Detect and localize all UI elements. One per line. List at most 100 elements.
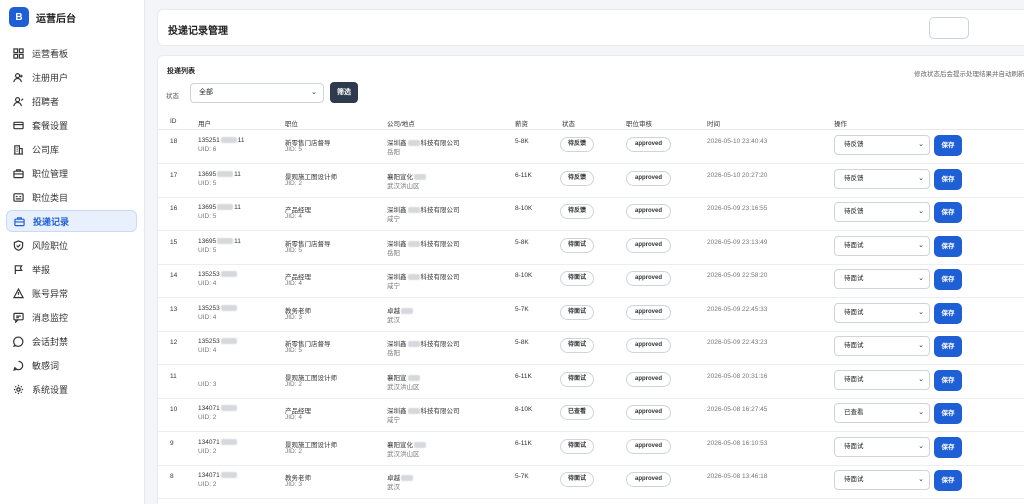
company-location: 武汉洪山区: [387, 450, 420, 458]
table-row: 10 134071 UID: 2 产品经理 JID: 4 深圳鑫 科技有限公司 咸宁 8-10K…: [158, 398, 1024, 432]
nav-dashboard[interactable]: 运营看板: [6, 42, 137, 64]
recruiter-icon: [12, 95, 24, 107]
user-phone: 135253: [198, 338, 220, 345]
masked-text: [220, 338, 237, 345]
nav-account-anomaly[interactable]: 账号异常: [6, 282, 137, 304]
table-header: ID 用户 职位 公司/地点 薪资 状态 职位审核 时间 操作: [158, 114, 1024, 130]
save-button[interactable]: 保存: [934, 470, 962, 491]
status-select[interactable]: 待面试 ⌄: [834, 470, 930, 490]
save-button[interactable]: 保存: [934, 302, 962, 324]
nav-label: 运营看板: [32, 48, 69, 59]
flag-icon: [12, 263, 24, 275]
status-select[interactable]: 待面试 ⌄: [834, 336, 930, 356]
nav-jobs[interactable]: 职位管理: [6, 162, 137, 184]
user-phone: 13695: [198, 204, 217, 211]
header-action-button[interactable]: [929, 17, 969, 39]
chevron-down-icon: ⌄: [918, 308, 924, 316]
salary: 8-10K: [515, 205, 533, 212]
masked-text: [407, 341, 420, 348]
nav-companies[interactable]: 公司库: [6, 138, 137, 160]
table-row: 14 135253 UID: 4 产品经理 JID: 4 深圳鑫 科技有限公司 咸宁 8-10K…: [158, 264, 1024, 298]
status-filter-select[interactable]: 全部 ⌄: [190, 83, 324, 103]
chat-ban-icon: [12, 335, 24, 347]
save-button[interactable]: 保存: [934, 135, 962, 156]
job-jid: JID: 2: [285, 447, 302, 455]
user-uid: UID: 2: [198, 481, 217, 488]
table-row: 15 13695 11 UID: 5 新零售门店督导 JID: 5 深圳鑫 科技有限公司 岳阳 5…: [158, 231, 1024, 265]
user-uid: UID: 2: [198, 447, 217, 455]
masked-text: [220, 472, 237, 479]
salary: 5-8K: [515, 238, 529, 246]
status-select[interactable]: 待面试 ⌄: [834, 369, 930, 390]
table-row: 8 134071 UID: 2 教务老师 JID: 3 卓越 武汉 5-7K 待面试 approv…: [158, 465, 1024, 499]
status-badge: 待面试: [560, 237, 594, 253]
status-select-value: 待反馈: [844, 174, 864, 182]
column-header: ID: [170, 118, 177, 125]
salary: 5-8K: [515, 138, 529, 145]
user-phone: 134071: [198, 472, 220, 479]
status-select[interactable]: 待面试 ⌄: [834, 235, 930, 256]
refresh-hint: 修改状态后会提示处理结果并自动刷新: [914, 71, 1024, 78]
salary: 6-11K: [515, 439, 532, 447]
applied-time: 2026-05-09 22:58:20: [707, 272, 768, 279]
company-location: 咸宁: [387, 216, 400, 223]
user-uid: UID: 5: [198, 246, 217, 254]
masked-text: [407, 207, 420, 214]
nav-label: 套餐设置: [32, 120, 69, 131]
table-row: 12 135253 UID: 4 新零售门店督导 JID: 5 深圳鑫 科技有限公司 岳阳 5-…: [158, 331, 1024, 365]
job-jid: JID: 5: [285, 246, 302, 254]
nav-label: 职位类目: [32, 192, 69, 203]
nav-message-monitor[interactable]: 消息监控: [6, 306, 137, 328]
nav-users[interactable]: 注册用户: [6, 66, 137, 88]
masked-text: [401, 475, 413, 482]
nav-settings[interactable]: 系统设置: [6, 378, 137, 400]
status-select[interactable]: 待反馈 ⌄: [834, 135, 930, 155]
status-select[interactable]: 待反馈 ⌄: [834, 202, 930, 222]
brand-title: 运营后台: [36, 13, 76, 25]
save-button[interactable]: 保存: [934, 202, 962, 223]
save-button[interactable]: 保存: [934, 369, 962, 391]
save-button[interactable]: 保存: [934, 403, 962, 424]
status-badge: 待面试: [560, 271, 594, 286]
status-select[interactable]: 已查看 ⌄: [834, 403, 930, 423]
job-jid: JID: 5: [285, 347, 302, 354]
review-badge: approved: [626, 137, 671, 152]
applied-time: 2026-05-09 23:13:49: [707, 238, 768, 246]
company-name-tail: 科技有限公司: [420, 240, 460, 248]
user-cell: 135251 11: [198, 137, 244, 144]
status-select[interactable]: 待反馈 ⌄: [834, 168, 930, 189]
nav-applications[interactable]: 投递记录: [6, 210, 137, 232]
review-badge: approved: [626, 271, 671, 286]
nav-session-ban[interactable]: 会话封禁: [6, 330, 137, 352]
save-button[interactable]: 保存: [934, 436, 962, 458]
status-select[interactable]: 待面试 ⌄: [834, 436, 930, 457]
save-button[interactable]: 保存: [934, 269, 962, 290]
nav-job-categories[interactable]: 职位类目: [6, 186, 137, 208]
nav-reports[interactable]: 举报: [6, 258, 137, 280]
nav-packages[interactable]: 套餐设置: [6, 114, 137, 136]
save-button[interactable]: 保存: [934, 336, 962, 357]
card-icon: [12, 119, 24, 131]
job-jid: JID: 2: [285, 179, 302, 187]
filter-button[interactable]: 筛选: [330, 82, 358, 103]
category-icon: [12, 191, 24, 203]
review-badge: approved: [626, 438, 671, 454]
status-select[interactable]: 待面试 ⌄: [834, 302, 930, 323]
status-select[interactable]: 待面试 ⌄: [834, 269, 930, 289]
masked-text: [217, 204, 234, 211]
user-cell: 135253: [198, 338, 238, 345]
user-cell: 135253: [198, 305, 238, 312]
company-name-tail: 科技有限公司: [420, 341, 460, 348]
chevron-down-icon: ⌄: [918, 442, 924, 450]
nav-recruiters[interactable]: 招聘者: [6, 90, 137, 112]
chevron-down-icon: ⌄: [311, 89, 317, 96]
nav-risk-jobs[interactable]: 风险职位: [6, 234, 137, 256]
applied-time: 2026-05-10 23:40:43: [707, 138, 768, 145]
review-badge: approved: [626, 304, 671, 320]
save-button[interactable]: 保存: [934, 168, 962, 190]
save-button[interactable]: 保存: [934, 235, 962, 257]
nav-sensitive-words[interactable]: 敏感词: [6, 354, 137, 376]
company-name-tail: 科技有限公司: [420, 207, 460, 214]
company-name-tail: 科技有限公司: [420, 408, 460, 415]
review-badge: approved: [626, 170, 671, 186]
